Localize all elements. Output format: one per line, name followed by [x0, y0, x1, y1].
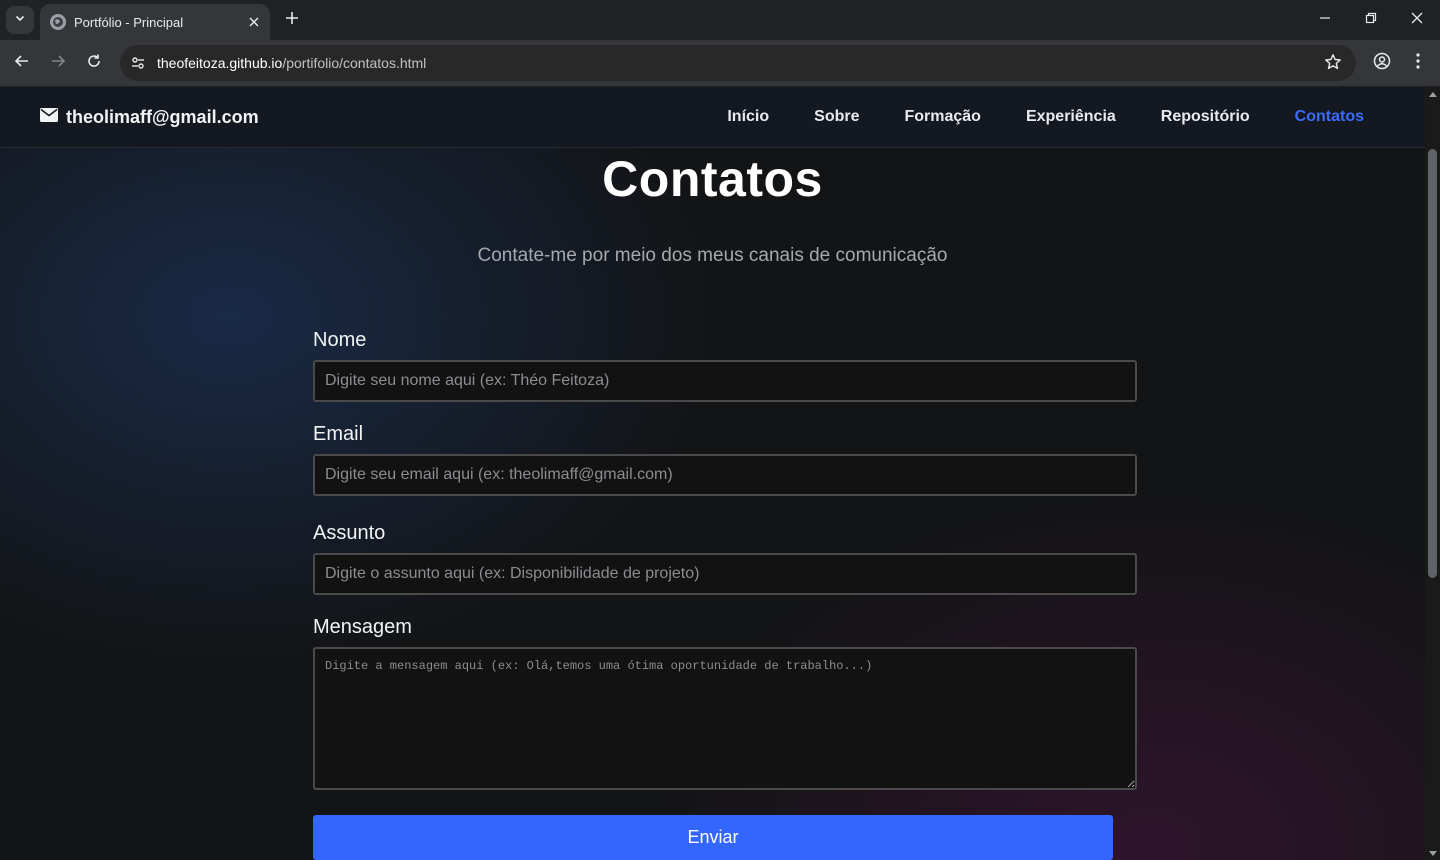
nav-link-repositorio[interactable]: Repositório — [1161, 108, 1250, 126]
page-scrollbar[interactable] — [1425, 87, 1440, 860]
nav-link-inicio[interactable]: Início — [727, 108, 769, 126]
bookmark-star-icon[interactable] — [1324, 53, 1344, 73]
profile-button[interactable] — [1368, 49, 1396, 77]
reload-icon — [86, 53, 102, 74]
scroll-down-arrow-icon[interactable] — [1428, 849, 1437, 858]
message-textarea[interactable] — [313, 647, 1137, 790]
subject-input[interactable] — [313, 553, 1137, 595]
plus-icon — [285, 11, 299, 30]
name-input[interactable] — [313, 360, 1137, 402]
arrow-right-icon — [50, 53, 66, 74]
back-button[interactable] — [8, 49, 36, 77]
new-tab-button[interactable] — [280, 8, 304, 32]
page-title: Contatos — [602, 151, 823, 207]
close-tab-icon[interactable] — [246, 14, 262, 30]
main-nav: Início Sobre Formação Experiência Reposi… — [682, 108, 1364, 126]
profile-icon — [1373, 52, 1391, 75]
tab-title: Portfólio - Principal — [74, 14, 184, 30]
scroll-up-arrow-icon[interactable] — [1428, 89, 1437, 98]
arrow-left-icon — [14, 53, 30, 74]
header-email-text: theolimaff@gmail.com — [66, 107, 259, 127]
menu-button[interactable] — [1404, 49, 1432, 77]
url-host: theofeitoza.github.io — [157, 55, 283, 71]
email-label: Email — [313, 423, 364, 445]
forward-button[interactable] — [44, 49, 72, 77]
submit-button[interactable]: Enviar — [313, 815, 1113, 860]
envelope-icon — [40, 108, 58, 127]
page-viewport: theolimaff@gmail.com Início Sobre Formaç… — [0, 87, 1425, 860]
tab-search-button[interactable] — [6, 6, 34, 34]
nav-link-experiencia[interactable]: Experiência — [1026, 108, 1116, 126]
url-text: theofeitoza.github.io/portifolio/contato… — [157, 55, 426, 71]
restore-button[interactable] — [1348, 0, 1394, 40]
chevron-down-icon — [14, 11, 26, 29]
nav-link-formacao[interactable]: Formação — [904, 108, 980, 126]
page-subtitle: Contate-me por meio dos meus canais de c… — [477, 245, 948, 266]
kebab-menu-icon — [1416, 52, 1420, 74]
email-input[interactable] — [313, 454, 1137, 496]
name-label: Nome — [313, 329, 367, 351]
minimize-button[interactable] — [1302, 0, 1348, 40]
browser-tab-active[interactable]: Portfólio - Principal — [40, 4, 270, 40]
browser-toolbar: theofeitoza.github.io/portifolio/contato… — [0, 40, 1440, 86]
close-icon — [1411, 11, 1423, 29]
site-header: theolimaff@gmail.com Início Sobre Formaç… — [0, 87, 1425, 148]
globe-icon — [50, 14, 66, 30]
header-email[interactable]: theolimaff@gmail.com — [40, 107, 259, 128]
close-window-button[interactable] — [1394, 0, 1440, 40]
browser-tabstrip: Portfólio - Principal — [0, 0, 1440, 40]
subject-label: Assunto — [313, 522, 386, 544]
site-info-icon[interactable] — [122, 47, 154, 79]
restore-icon — [1365, 11, 1377, 29]
minimize-icon — [1319, 11, 1331, 29]
scrollbar-thumb[interactable] — [1428, 149, 1437, 578]
nav-link-contatos[interactable]: Contatos — [1295, 108, 1364, 126]
nav-link-sobre[interactable]: Sobre — [814, 108, 859, 126]
reload-button[interactable] — [80, 49, 108, 77]
url-path: /portifolio/contatos.html — [282, 55, 427, 71]
message-label: Mensagem — [313, 616, 412, 638]
address-bar[interactable]: theofeitoza.github.io/portifolio/contato… — [120, 45, 1356, 81]
